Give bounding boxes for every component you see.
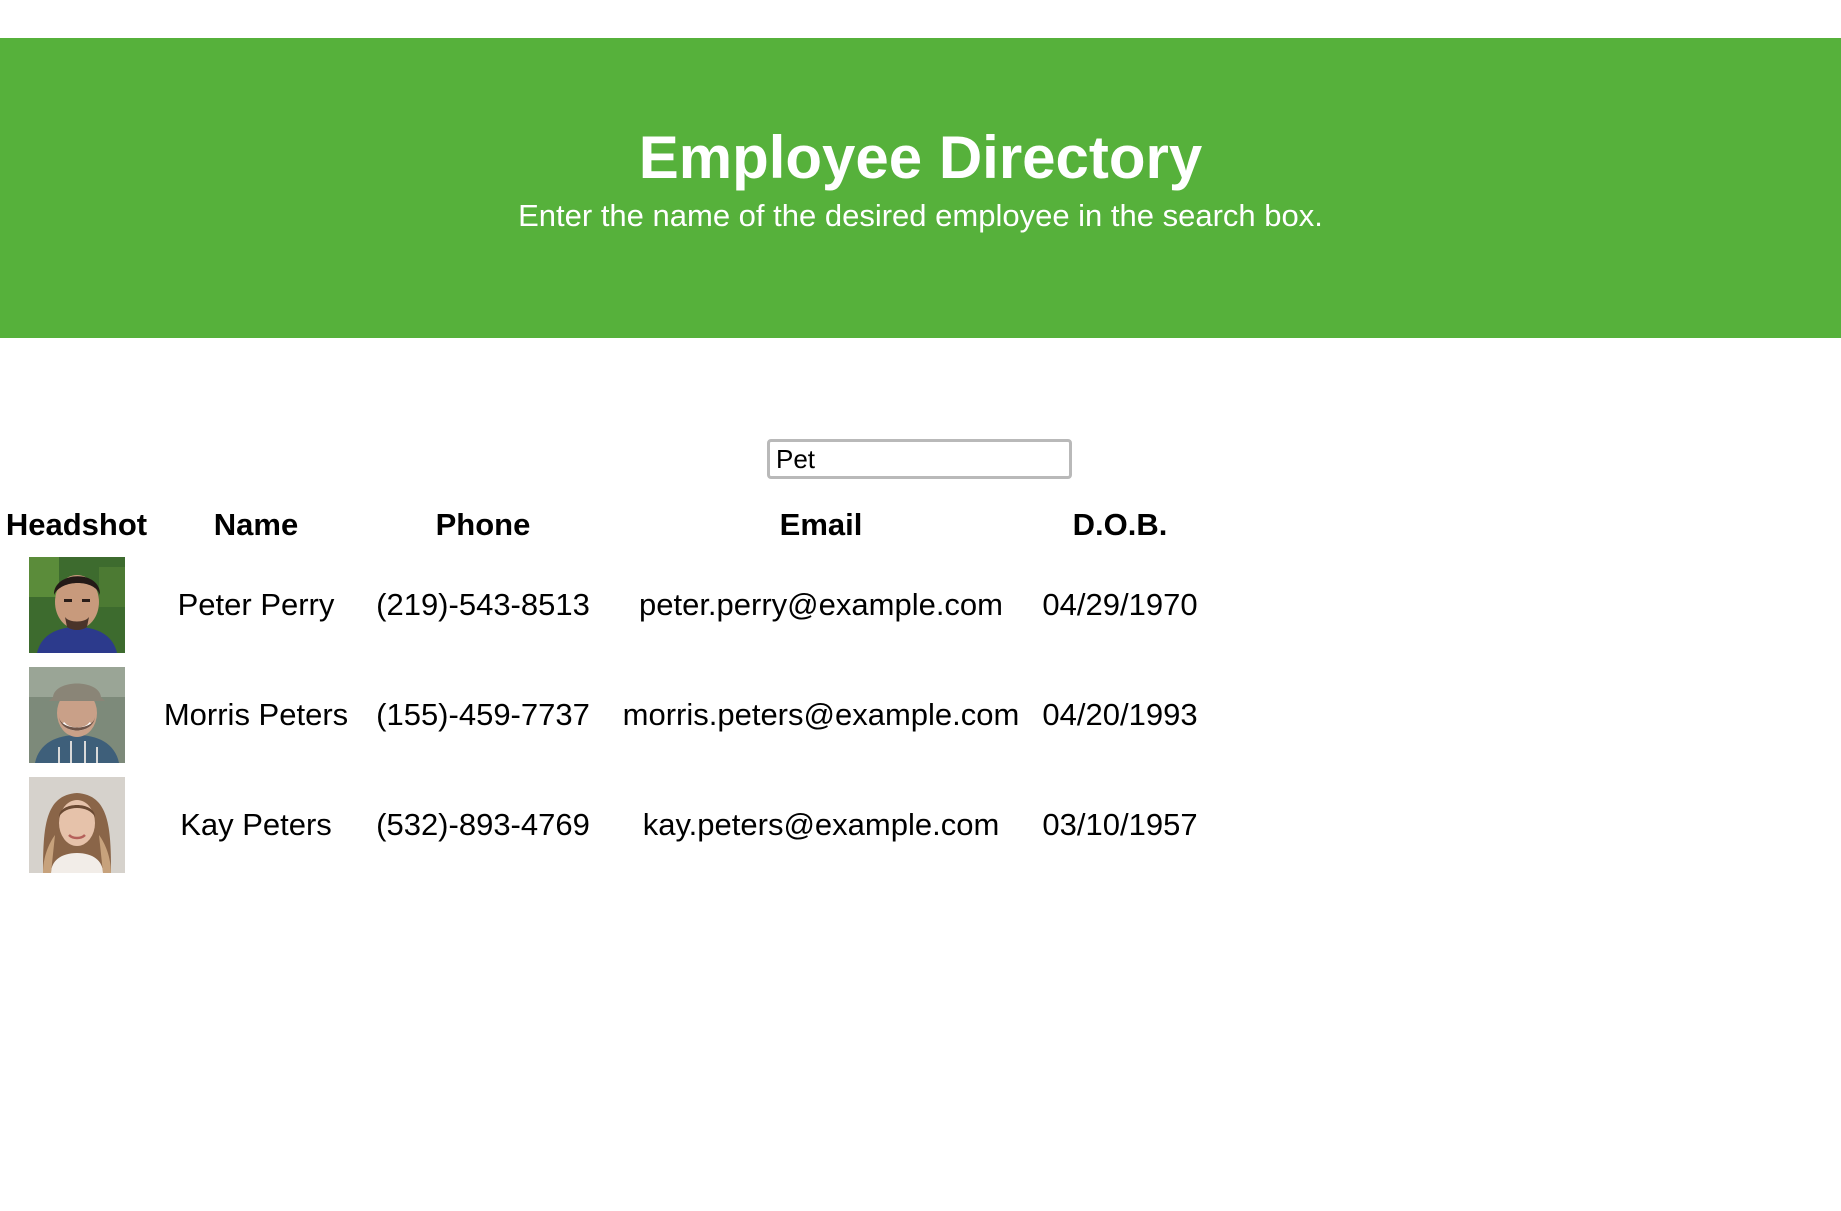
employee-email: kay.peters@example.com (642, 807, 1000, 842)
headshot-cell (0, 550, 153, 660)
employee-phone: (155)-459-7737 (376, 697, 590, 732)
employee-name: Morris Peters (163, 697, 349, 732)
column-header-dob[interactable]: D.O.B. (1035, 500, 1205, 550)
employee-name: Peter Perry (177, 587, 335, 622)
page: Employee Directory Enter the name of the… (0, 0, 1841, 1211)
header-banner: Employee Directory Enter the name of the… (0, 38, 1841, 338)
employee-email: morris.peters@example.com (622, 697, 1020, 732)
page-title: Employee Directory (638, 124, 1203, 191)
employee-table: Headshot Name Phone Email D.O.B. Peter P… (0, 500, 1205, 880)
column-header-name[interactable]: Name (153, 500, 359, 550)
employee-dob: 03/10/1957 (1042, 807, 1198, 842)
column-header-email[interactable]: Email (607, 500, 1035, 550)
table-row: Kay Peters (532)-893-4769 kay.peters@exa… (0, 770, 1205, 880)
employee-dob: 04/20/1993 (1042, 697, 1198, 732)
column-header-phone[interactable]: Phone (359, 500, 607, 550)
employee-email: peter.perry@example.com (638, 587, 1003, 622)
table-header-row: Headshot Name Phone Email D.O.B. (0, 500, 1205, 550)
column-header-headshot[interactable]: Headshot (0, 500, 153, 550)
employee-phone: (532)-893-4769 (376, 807, 590, 842)
headshot-image (28, 777, 125, 873)
search-input[interactable] (767, 439, 1072, 479)
employee-name: Kay Peters (180, 807, 332, 842)
employee-dob: 04/29/1970 (1042, 587, 1198, 622)
headshot-cell (0, 770, 153, 880)
headshot-image (28, 557, 125, 653)
page-subtitle: Enter the name of the desired employee i… (518, 198, 1323, 233)
employee-phone: (219)-543-8513 (376, 587, 590, 622)
headshot-cell (0, 660, 153, 770)
table-row: Peter Perry (219)-543-8513 peter.perry@e… (0, 550, 1205, 660)
headshot-image (28, 667, 125, 763)
table-row: Morris Peters (155)-459-7737 morris.pete… (0, 660, 1205, 770)
